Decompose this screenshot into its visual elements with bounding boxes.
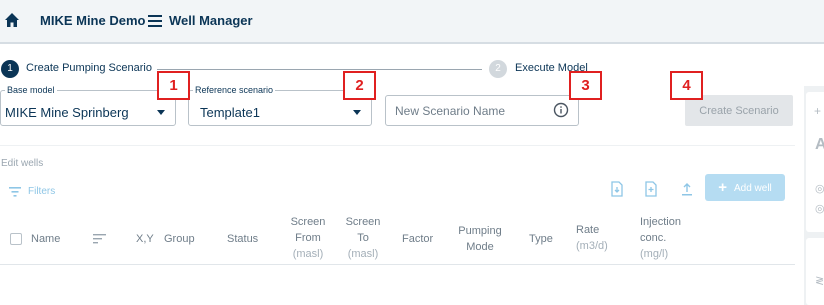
step-2-indicator: 2 [489,60,507,78]
column-header-rate-label: Rate [576,224,600,236]
column-header-injection-conc-unit: (mg/l) [640,248,669,260]
menu-icon[interactable] [148,15,162,27]
side-target-icon: ◎ [815,183,824,195]
callout-2: 2 [343,71,376,100]
top-bar: MIKE Mine Demo Well Manager [0,0,824,44]
side-plus-icon: + [814,104,822,118]
step-1-indicator: 1 [1,60,19,78]
filter-icon[interactable] [9,187,21,197]
column-header-screen-from-unit: (masl) [292,248,324,260]
import-icon[interactable] [610,181,624,197]
export-icon[interactable] [644,181,658,197]
column-header-injection-conc[interactable]: Injection conc. (mg/l) [640,214,688,262]
add-well-label: Add well [733,183,772,194]
side-collapse-icon[interactable]: ≷ [815,274,824,287]
upload-icon[interactable] [680,181,694,197]
add-well-button[interactable]: + Add well [705,174,785,201]
filters-button[interactable]: Filters [28,186,55,197]
side-letter-glyph: A [815,136,824,153]
column-header-screen-to-label: Screen To [345,216,381,244]
reference-scenario-label: Reference scenario [193,85,276,95]
table-header-divider [0,264,795,265]
column-header-injection-conc-label: Injection conc. [640,216,681,244]
chevron-down-icon [157,110,165,115]
column-header-rate[interactable]: Rate (m3/d) [576,222,616,254]
column-header-group[interactable]: Group [164,231,195,247]
scenario-name-input[interactable] [385,95,579,126]
column-header-status[interactable]: Status [227,231,258,247]
app-title: MIKE Mine Demo [40,13,146,28]
callout-3: 3 [569,71,602,100]
edit-wells-title: Edit wells [1,158,44,169]
side-card: + A ◎ ◎ [806,92,824,232]
column-header-screen-to[interactable]: Screen To (masl) [343,214,383,262]
sort-icon[interactable] [93,234,106,244]
step-1-label[interactable]: Create Pumping Scenario [26,62,152,74]
reference-scenario-value: Template1 [200,105,260,120]
base-model-value: MIKE Mine Sprinberg [5,105,129,120]
column-header-screen-to-unit: (masl) [347,248,379,260]
side-card-2: ≷ [806,238,824,305]
column-header-xy[interactable]: X,Y [136,231,154,247]
base-model-label: Base model [5,85,57,95]
callout-4: 4 [670,71,703,100]
column-header-factor[interactable]: Factor [402,231,433,247]
chevron-down-icon [353,110,361,115]
column-header-screen-from-label: Screen From [290,216,326,244]
plus-icon: + [718,179,727,196]
side-settings-icon: ◎ [815,203,824,215]
column-header-rate-unit: (m3/d) [576,240,608,252]
info-icon[interactable] [553,102,569,118]
home-icon[interactable] [4,12,20,28]
column-header-type[interactable]: Type [529,231,553,247]
page-title: Well Manager [169,13,253,28]
select-all-checkbox[interactable] [10,233,22,245]
callout-1: 1 [157,71,190,100]
column-header-screen-from[interactable]: Screen From (masl) [288,214,328,262]
base-model-select[interactable]: Base model MIKE Mine Sprinberg [0,85,176,126]
column-header-name[interactable]: Name [31,231,60,247]
stepper-connector [157,69,482,70]
column-header-pumping-mode[interactable]: Pumping Mode [455,223,505,255]
